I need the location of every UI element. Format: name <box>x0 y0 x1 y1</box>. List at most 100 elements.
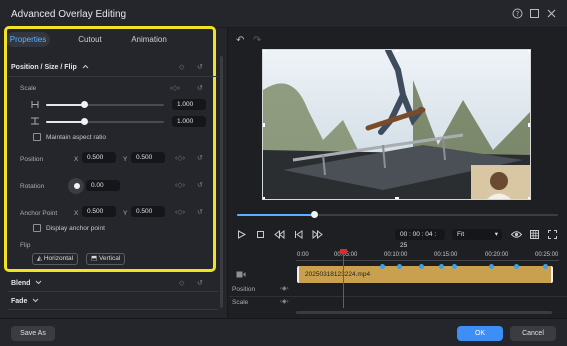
playback-scrubber[interactable] <box>237 214 558 216</box>
anchor-point-label: Anchor Point <box>20 210 58 217</box>
cancel-button[interactable]: Cancel <box>510 326 556 341</box>
tick-label: 00:15:00 <box>434 252 458 258</box>
clip-name: 20250318123224.mp4 <box>305 271 371 278</box>
reset-icon[interactable]: ↺ <box>197 208 203 217</box>
track-divider <box>229 296 567 297</box>
resize-handle[interactable] <box>263 123 265 127</box>
close-icon[interactable] <box>546 8 557 19</box>
resize-handle[interactable] <box>528 123 530 127</box>
maintain-aspect-ratio-checkbox[interactable] <box>33 133 41 141</box>
reset-icon[interactable]: ↺ <box>197 63 203 72</box>
display-anchor-point-checkbox[interactable] <box>33 224 41 232</box>
playhead[interactable] <box>343 250 344 308</box>
reset-icon[interactable]: ↺ <box>197 181 203 190</box>
panel-scrollbar[interactable] <box>220 56 223 308</box>
section-blend[interactable]: Blend <box>11 280 42 287</box>
keyframe-nav-icon[interactable]: ‹◆› <box>280 298 289 307</box>
rotation-dial-knob <box>74 183 80 189</box>
position-x-field[interactable]: 0.500 <box>82 152 116 163</box>
keyframe-dot[interactable] <box>452 264 457 269</box>
flip-horizontal-button[interactable]: ◭ Horizontal <box>32 253 79 265</box>
reset-icon[interactable]: ↺ <box>197 84 203 93</box>
reset-icon[interactable]: ↺ <box>197 154 203 163</box>
grid-icon[interactable] <box>530 230 539 241</box>
keyframe-dot[interactable] <box>380 264 385 269</box>
divider <box>8 291 218 292</box>
eye-icon[interactable] <box>510 230 523 241</box>
fullscreen-icon[interactable] <box>548 230 557 241</box>
scale-width-slider[interactable] <box>46 104 164 106</box>
timeline-ruler-line <box>296 260 559 261</box>
timeline-scrollbar[interactable] <box>296 311 552 314</box>
help-icon[interactable]: ? <box>512 8 523 19</box>
timeline-clip[interactable]: 20250318123224.mp4 <box>297 264 553 283</box>
keyframe-diamond-icon[interactable]: ◇ <box>179 279 184 288</box>
preview-image <box>263 50 530 199</box>
position-x-label: X <box>74 156 79 163</box>
flip-label: Flip <box>20 242 31 249</box>
scale-height-field[interactable]: 1.000 <box>172 116 206 127</box>
section-position-size-flip[interactable]: Position / Size / Flip <box>11 64 89 71</box>
section-title: Position / Size / Flip <box>11 64 77 71</box>
stop-icon[interactable] <box>256 230 265 241</box>
track-row-scale: Scale <box>232 299 249 306</box>
video-preview[interactable] <box>262 49 531 200</box>
maximize-icon[interactable] <box>529 8 540 19</box>
scale-width-field[interactable]: 1.000 <box>172 99 206 110</box>
section-fade[interactable]: Fade <box>11 298 39 305</box>
rewind-icon[interactable] <box>274 229 285 241</box>
keyframe-nav-icon[interactable]: ‹◆› <box>280 285 289 294</box>
fast-forward-icon[interactable] <box>312 229 323 241</box>
resize-handle[interactable] <box>263 197 265 199</box>
resize-handle[interactable] <box>528 50 530 52</box>
reset-icon[interactable]: ↺ <box>197 279 203 288</box>
flip-vertical-button[interactable]: ⬒ Vertical <box>86 253 126 265</box>
keyframe-diamond-icon[interactable]: ◇ <box>179 63 184 72</box>
scale-label: Scale <box>20 85 37 92</box>
keyframe-dot[interactable] <box>489 264 494 269</box>
timecode-display[interactable]: 00 : 00 : 04 : 25 <box>395 229 445 249</box>
footer-bar: Save As OK Cancel <box>0 318 567 346</box>
keyframe-prev-icon[interactable]: ‹◇› <box>170 84 180 93</box>
keyframe-dot[interactable] <box>419 264 424 269</box>
playback-scrubber-knob[interactable] <box>310 211 318 218</box>
ok-button[interactable]: OK <box>457 326 503 341</box>
undo-icon[interactable]: ↶ <box>236 35 244 46</box>
flip-horizontal-icon: ◭ <box>37 255 44 262</box>
rotation-field[interactable]: 0.00 <box>86 180 120 191</box>
resize-handle[interactable] <box>263 50 265 52</box>
chevron-up-icon <box>82 64 89 71</box>
playhead-marker-icon[interactable] <box>340 249 347 254</box>
tick-label: 0:00 <box>297 252 309 258</box>
save-as-button[interactable]: Save As <box>11 326 55 341</box>
tick-label: 00:25:00 <box>535 252 559 258</box>
zoom-fit-value: Fit <box>457 231 465 238</box>
anchor-x-label: X <box>74 210 79 217</box>
redo-icon[interactable]: ↷ <box>253 35 261 46</box>
chevron-down-icon <box>35 280 42 287</box>
resize-handle[interactable] <box>395 50 399 52</box>
keyframe-dot[interactable] <box>397 264 402 269</box>
rotation-dial[interactable] <box>68 178 84 194</box>
resize-handle[interactable] <box>528 197 530 199</box>
title-bar: Advanced Overlay Editing ? <box>0 0 567 28</box>
flip-vertical-label: Vertical <box>98 255 121 262</box>
keyframe-dot[interactable] <box>514 264 519 269</box>
keyframe-nav-icon[interactable]: ‹◇› <box>175 154 185 163</box>
height-icon <box>31 117 39 127</box>
prev-frame-icon[interactable] <box>294 230 303 241</box>
anchor-y-field[interactable]: 0.500 <box>131 206 165 217</box>
keyframe-nav-icon[interactable]: ‹◇› <box>175 208 185 217</box>
svg-text:?: ? <box>516 10 520 18</box>
keyframe-dot[interactable] <box>543 264 548 269</box>
keyframe-nav-icon[interactable]: ‹◇› <box>175 181 185 190</box>
anchor-x-field[interactable]: 0.500 <box>82 206 116 217</box>
scale-height-slider[interactable] <box>46 121 164 123</box>
keyframe-dot[interactable] <box>439 264 444 269</box>
resize-handle[interactable] <box>395 197 399 199</box>
zoom-fit-select[interactable]: Fit ▾ <box>452 229 502 240</box>
chevron-down-icon <box>32 298 39 305</box>
position-y-label: Y <box>123 156 128 163</box>
position-y-field[interactable]: 0.500 <box>131 152 165 163</box>
play-icon[interactable] <box>237 230 247 241</box>
